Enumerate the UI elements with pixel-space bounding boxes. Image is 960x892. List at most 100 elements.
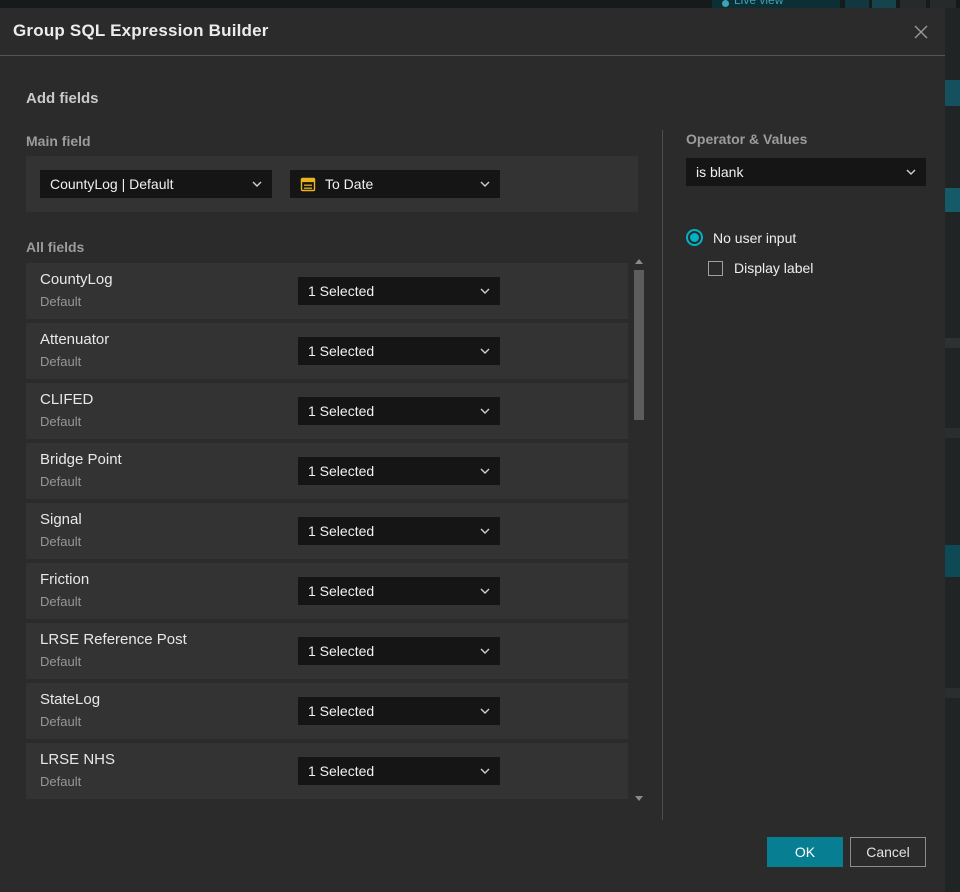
add-fields-heading: Add fields — [26, 90, 99, 107]
field-row-lrse-reference-post: LRSE Reference Post Default 1 Selected — [26, 623, 628, 679]
field-selection-select[interactable]: 1 Selected — [298, 517, 500, 545]
field-subtitle: Default — [40, 414, 82, 429]
selection-value: 1 Selected — [308, 283, 375, 299]
field-row-signal: Signal Default 1 Selected — [26, 503, 628, 559]
operator-values-panel: Operator & Values is blank No user input… — [686, 131, 926, 331]
field-name: CLIFED — [40, 391, 94, 408]
group-sql-expression-builder-dialog: Group SQL Expression Builder Add fields … — [0, 8, 945, 892]
field-subtitle: Default — [40, 774, 82, 789]
field-type-select[interactable]: To Date — [290, 170, 500, 198]
panel-divider — [662, 130, 663, 820]
chevron-down-icon — [480, 768, 490, 774]
chevron-down-icon — [480, 468, 490, 474]
field-name: Bridge Point — [40, 451, 122, 468]
close-icon[interactable] — [910, 21, 932, 43]
chevron-down-icon — [480, 348, 490, 354]
main-field-select-value: CountyLog | Default — [50, 176, 174, 192]
scrollbar-thumb[interactable] — [634, 270, 644, 420]
background-toolbar-fragment — [900, 0, 926, 8]
background-fragment — [945, 80, 960, 106]
chevron-down-icon — [480, 288, 490, 294]
field-name: LRSE Reference Post — [40, 631, 187, 648]
list-scrollbar[interactable] — [633, 256, 645, 804]
display-label-text: Display label — [734, 260, 814, 276]
field-row-attenuator: Attenuator Default 1 Selected — [26, 323, 628, 379]
background-fragment — [945, 545, 960, 577]
selection-value: 1 Selected — [308, 643, 375, 659]
field-name: Attenuator — [40, 331, 110, 348]
chevron-down-icon — [252, 181, 262, 187]
main-field-label: Main field — [26, 133, 91, 149]
background-fragment — [945, 338, 960, 348]
selection-value: 1 Selected — [308, 523, 375, 539]
field-row-bridge-point: Bridge Point Default 1 Selected — [26, 443, 628, 499]
all-fields-list: CountyLog Default 1 Selected Attenuator … — [26, 263, 628, 803]
operator-select[interactable]: is blank — [686, 158, 926, 186]
field-selection-select[interactable]: 1 Selected — [298, 637, 500, 665]
field-selection-select[interactable]: 1 Selected — [298, 757, 500, 785]
background-toolbar-fragment — [872, 0, 896, 8]
field-name: CountyLog — [40, 271, 113, 288]
background-live-view-tab: Live view — [712, 0, 840, 8]
field-row-friction: Friction Default 1 Selected — [26, 563, 628, 619]
field-selection-select[interactable]: 1 Selected — [298, 457, 500, 485]
field-selection-select[interactable]: 1 Selected — [298, 697, 500, 725]
chevron-down-icon — [906, 169, 916, 175]
scrollbar-up-arrow-icon[interactable] — [635, 259, 643, 264]
field-selection-select[interactable]: 1 Selected — [298, 397, 500, 425]
field-name: Signal — [40, 511, 82, 528]
background-fragment — [945, 688, 960, 698]
background-fragment — [945, 428, 960, 438]
field-selection-select[interactable]: 1 Selected — [298, 277, 500, 305]
field-row-lrse-nhs: LRSE NHS Default 1 Selected — [26, 743, 628, 799]
background-app-sliver — [945, 8, 960, 892]
field-name: Friction — [40, 571, 90, 588]
chevron-down-icon — [480, 648, 490, 654]
all-fields-label: All fields — [26, 239, 85, 255]
live-view-label: Live view — [734, 0, 784, 7]
field-row-countylog: CountyLog Default 1 Selected — [26, 263, 628, 319]
scrollbar-down-arrow-icon[interactable] — [635, 796, 643, 801]
operator-values-label: Operator & Values — [686, 131, 808, 147]
field-subtitle: Default — [40, 714, 82, 729]
no-user-input-radio[interactable] — [686, 229, 703, 246]
background-toolbar-fragment — [845, 0, 869, 8]
chevron-down-icon — [480, 708, 490, 714]
field-name: LRSE NHS — [40, 751, 116, 768]
cancel-button[interactable]: Cancel — [850, 837, 926, 867]
background-app-top-strip: Live view — [0, 0, 960, 8]
no-user-input-label: No user input — [713, 229, 797, 246]
field-type-select-value: To Date — [325, 176, 374, 192]
selection-value: 1 Selected — [308, 703, 375, 719]
main-field-panel: CountyLog | Default To Date — [26, 156, 638, 212]
selection-value: 1 Selected — [308, 583, 375, 599]
chevron-down-icon — [480, 408, 490, 414]
dialog-title: Group SQL Expression Builder — [13, 21, 269, 40]
field-subtitle: Default — [40, 534, 82, 549]
field-selection-select[interactable]: 1 Selected — [298, 337, 500, 365]
display-label-checkbox[interactable] — [708, 260, 723, 276]
background-fragment — [945, 188, 960, 212]
selection-value: 1 Selected — [308, 763, 375, 779]
selection-value: 1 Selected — [308, 343, 375, 359]
no-user-input-option[interactable]: No user input — [686, 229, 796, 246]
operator-select-value: is blank — [696, 164, 744, 180]
background-toolbar-fragment — [930, 0, 956, 8]
selection-value: 1 Selected — [308, 403, 375, 419]
calendar-date-icon — [300, 176, 316, 192]
field-selection-select[interactable]: 1 Selected — [298, 577, 500, 605]
chevron-down-icon — [480, 528, 490, 534]
field-name: StateLog — [40, 691, 101, 708]
dialog-header: Group SQL Expression Builder — [0, 8, 945, 56]
field-row-statelog: StateLog Default 1 Selected — [26, 683, 628, 739]
main-field-select[interactable]: CountyLog | Default — [40, 170, 272, 198]
display-label-option[interactable]: Display label — [708, 260, 813, 276]
field-subtitle: Default — [40, 594, 82, 609]
chevron-down-icon — [480, 588, 490, 594]
field-subtitle: Default — [40, 294, 82, 309]
chevron-down-icon — [480, 181, 490, 187]
field-subtitle: Default — [40, 474, 82, 489]
field-subtitle: Default — [40, 654, 82, 669]
selection-value: 1 Selected — [308, 463, 375, 479]
ok-button[interactable]: OK — [767, 837, 843, 867]
